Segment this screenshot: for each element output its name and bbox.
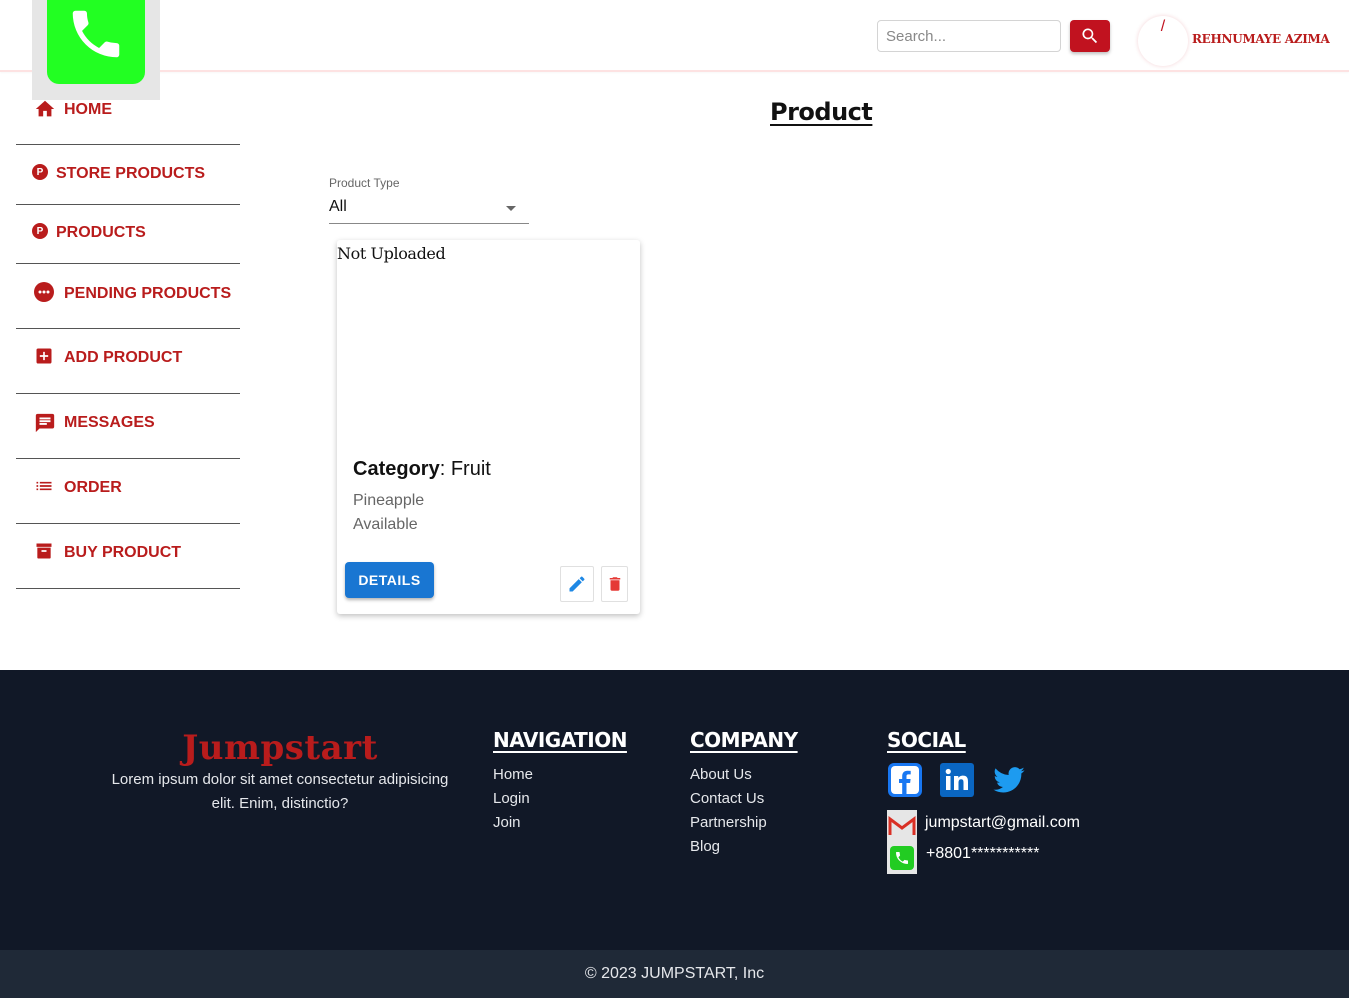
sidebar-item-label: STORE PRODUCTS [56, 165, 206, 182]
p-circle-icon: P [32, 164, 48, 180]
sidebar-item-label: BUY PRODUCT [64, 544, 182, 561]
search-icon [1082, 28, 1098, 44]
product-type-label: Product Type [329, 176, 400, 190]
category-value: : Fruit [439, 458, 491, 480]
product-name: Pineapple [353, 492, 425, 509]
product-type-select[interactable]: All [329, 196, 529, 224]
p-circle-icon: P [32, 223, 48, 239]
site-logo[interactable] [32, 0, 160, 100]
divider [16, 204, 240, 205]
product-card: Not Uploaded Category: Fruit Pineapple A… [337, 240, 640, 614]
footer-brand: Jumpstart [182, 728, 378, 768]
sidebar-item-home[interactable]: HOME [16, 98, 240, 122]
footer-link-login[interactable]: Login [493, 790, 530, 807]
delete-button[interactable] [601, 566, 628, 602]
avatar[interactable]: / [1138, 16, 1188, 66]
top-header: / REHNUMAYE AZIMA [0, 0, 1349, 72]
footer-email[interactable]: jumpstart@gmail.com [925, 814, 1080, 832]
footer-link-home[interactable]: Home [493, 766, 533, 783]
divider [16, 458, 240, 459]
search-button[interactable] [1070, 20, 1110, 52]
pencil-icon [569, 576, 585, 592]
sidebar-item-messages[interactable]: MESSAGES [16, 411, 240, 435]
category-label: Category [353, 458, 440, 480]
footer-link-blog[interactable]: Blog [690, 838, 720, 855]
footer-link-join[interactable]: Join [493, 814, 521, 831]
navigation-heading: NAVIGATION [493, 728, 627, 752]
sidebar-item-label: PRODUCTS [56, 224, 146, 241]
pending-icon [34, 282, 54, 302]
sidebar-item-label: MESSAGES [64, 414, 155, 431]
trash-icon [609, 577, 620, 591]
copyright-text: © 2023 JUMPSTART, Inc [584, 965, 765, 982]
social-heading: SOCIAL [887, 728, 966, 752]
gmail-icon [887, 810, 917, 842]
divider [16, 523, 240, 524]
twitter-icon[interactable] [991, 762, 1027, 798]
edit-button[interactable] [560, 566, 594, 602]
page-title: Product [770, 98, 873, 126]
divider [16, 588, 240, 589]
archive-icon [34, 541, 54, 561]
phone-icon [887, 842, 917, 874]
facebook-icon[interactable] [887, 762, 923, 798]
dropdown-caret-icon [506, 206, 516, 211]
product-type-value: All [329, 198, 347, 215]
list-icon [34, 476, 54, 496]
footer-description: Lorem ipsum dolor sit amet consectetur a… [111, 771, 449, 812]
message-icon [34, 412, 56, 434]
avatar-initial: / [1160, 18, 1166, 35]
sidebar-item-label: ADD PRODUCT [64, 349, 183, 366]
sidebar-item-label: ORDER [64, 479, 122, 496]
divider [16, 393, 240, 394]
footer-phone: +8801*********** [926, 845, 1040, 862]
add-box-icon [34, 346, 54, 366]
page: / REHNUMAYE AZIMA HOME P STORE PRODUCTS … [0, 0, 1349, 998]
footer-link-partnership[interactable]: Partnership [690, 814, 767, 831]
footer-link-contact[interactable]: Contact Us [690, 790, 764, 807]
copyright-bar: © 2023 JUMPSTART, Inc [0, 950, 1349, 998]
home-icon [34, 98, 56, 120]
sidebar-item-add-product[interactable]: ADD PRODUCT [16, 346, 240, 370]
divider [16, 263, 240, 264]
phone-logo-icon [47, 0, 145, 84]
company-heading: COMPANY [690, 728, 798, 752]
search-input[interactable] [877, 20, 1061, 52]
divider [16, 144, 240, 145]
product-status: Available [353, 516, 418, 533]
divider [16, 328, 240, 329]
sidebar-item-label: PENDING PRODUCTS [64, 285, 232, 302]
sidebar-item-store-products[interactable]: P STORE PRODUCTS [16, 162, 240, 186]
linkedin-icon[interactable] [939, 762, 975, 798]
sidebar-item-label: HOME [64, 101, 112, 118]
product-category: Category: Fruit [353, 458, 491, 481]
sidebar-item-pending-products[interactable]: PENDING PRODUCTS [16, 282, 240, 306]
footer-link-about[interactable]: About Us [690, 766, 752, 783]
sidebar-item-buy-product[interactable]: BUY PRODUCT [16, 541, 240, 565]
sidebar-item-products[interactable]: P PRODUCTS [16, 221, 240, 245]
product-image-alt: Not Uploaded [337, 244, 446, 263]
details-button[interactable]: DETAILS [345, 562, 434, 598]
user-name[interactable]: REHNUMAYE AZIMA [1192, 32, 1330, 46]
sidebar-item-order[interactable]: ORDER [16, 476, 240, 500]
